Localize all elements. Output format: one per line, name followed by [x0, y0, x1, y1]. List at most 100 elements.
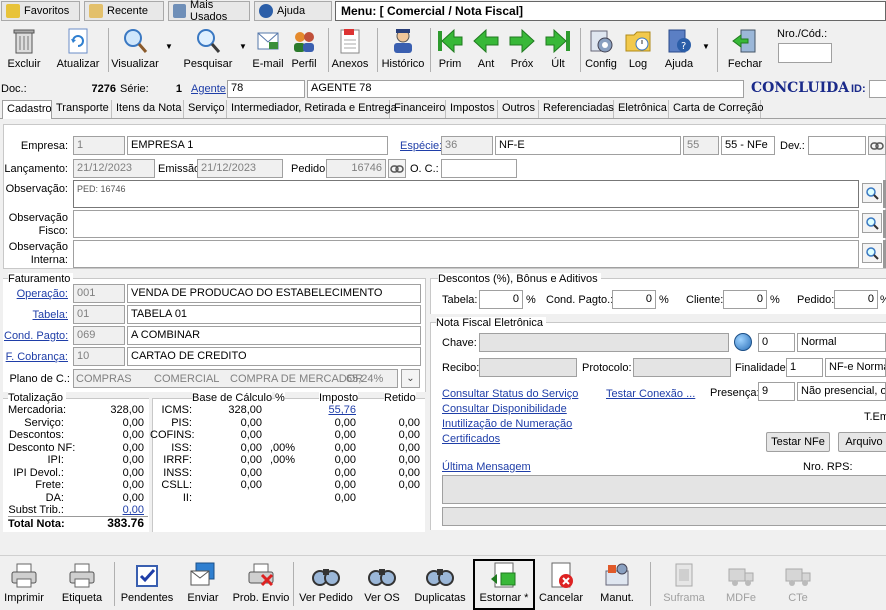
nro-cod-input[interactable] [778, 43, 832, 63]
ult-button[interactable]: Últ [542, 26, 574, 74]
perfil-button[interactable]: Perfil [288, 26, 320, 74]
chave-tipo-field[interactable]: Normal [797, 333, 886, 352]
presenca-name-field[interactable]: Não presencial, out [797, 382, 886, 401]
inutilizacao-link[interactable]: Inutilização de Numeração [442, 418, 572, 431]
tab-mais-usados[interactable]: Mais Usados [168, 0, 250, 23]
tab-7[interactable]: Outros [498, 100, 539, 118]
lancamento-input[interactable]: 21/12/2023 [73, 159, 155, 178]
imp-imposto[interactable]: 55,76 [300, 404, 356, 416]
obs-fisco-search-button[interactable] [862, 213, 882, 233]
tabela-link[interactable]: Tabela: [4, 309, 68, 322]
finalidade-code-input[interactable]: 1 [786, 358, 823, 377]
tab-ajuda[interactable]: Ajuda [254, 1, 332, 21]
desc-pedido-input[interactable]: 0 [834, 290, 878, 309]
prim-button[interactable]: Prim [434, 26, 466, 74]
cond-pagto-link[interactable]: Cond. Pagto: [4, 330, 68, 343]
tab-recente[interactable]: Recente [84, 1, 164, 21]
pedido-input[interactable]: 16746 [326, 159, 386, 178]
tab-6[interactable]: Impostos [446, 100, 498, 118]
especie-code-input[interactable]: 36 [441, 136, 493, 155]
tab-5[interactable]: Financeiro [390, 100, 446, 118]
desc-cliente-input[interactable]: 0 [723, 290, 767, 309]
consultar-status-link[interactable]: Consultar Status do Serviço [442, 388, 578, 401]
imprimir-button[interactable]: Imprimir [4, 560, 44, 608]
estornar-button[interactable]: Estornar * [476, 560, 532, 608]
prob-envio-button[interactable]: Prob. Envio [232, 560, 290, 608]
chevron-down-icon[interactable]: ▼ [702, 42, 710, 51]
globe-icon[interactable] [734, 333, 752, 351]
operacao-code-input[interactable]: 001 [73, 284, 125, 303]
historico-button[interactable]: Histórico [381, 26, 425, 74]
emissao-input[interactable]: 21/12/2023 [197, 159, 283, 178]
tot-value[interactable]: 0,00 [84, 504, 144, 516]
tab-8[interactable]: Referenciadas [539, 100, 614, 118]
desc-cond-input[interactable]: 0 [612, 290, 656, 309]
agente-code-input[interactable]: 78 [227, 80, 305, 98]
dev-lookup-button[interactable] [868, 136, 886, 155]
imp-base: 0,00 [240, 441, 262, 454]
observacao-search-button[interactable] [862, 183, 882, 203]
chevron-down-icon[interactable]: ▼ [239, 42, 247, 51]
log-button[interactable]: Log [622, 26, 654, 74]
enviar-button[interactable]: Enviar [184, 560, 222, 608]
cobranca-link[interactable]: F. Cobrança: [4, 351, 68, 364]
tabela-code-input[interactable]: 01 [73, 305, 125, 324]
especie-link[interactable]: Espécie: [400, 140, 442, 153]
fechar-label: Fechar [727, 58, 763, 70]
tab-9[interactable]: Eletrônica [614, 100, 669, 118]
tab-10[interactable]: Carta de Correção [669, 100, 764, 118]
anexos-button[interactable]: Anexos [332, 26, 368, 74]
cobranca-code-input[interactable]: 10 [73, 347, 125, 366]
ver-pedido-button[interactable]: Ver Pedido [299, 560, 353, 608]
testar-nfe-button[interactable]: Testar NFe [766, 432, 830, 452]
cond-pagto-code-input[interactable]: 069 [73, 326, 125, 345]
manut-button[interactable]: Manut. [597, 560, 637, 608]
obs-interna-label: Observação Interna: [8, 241, 68, 266]
empresa-code-input[interactable]: 1 [73, 136, 125, 155]
fechar-button[interactable]: Fechar [726, 26, 764, 74]
ver-os-button[interactable]: Ver OS [362, 560, 402, 608]
presenca-code-input[interactable]: 9 [758, 382, 795, 401]
excluir-button[interactable]: Excluir [4, 26, 44, 74]
email-button[interactable]: E-mail [251, 26, 285, 74]
pedido-lookup-button[interactable] [388, 159, 406, 178]
chevron-down-icon[interactable]: ▼ [165, 42, 173, 51]
pesquisar-button[interactable]: Pesquisar [184, 26, 232, 74]
etiqueta-button[interactable]: Etiqueta [60, 560, 104, 608]
chave-num-field[interactable]: 0 [758, 333, 795, 352]
obs-fisco-textarea[interactable] [73, 210, 859, 238]
prox-button[interactable]: Próx [506, 26, 538, 74]
agente-link[interactable]: Agente [191, 83, 226, 96]
testar-conexao-link[interactable]: Testar Conexão ... [606, 388, 695, 401]
visualizar-button[interactable]: Visualizar [111, 26, 159, 74]
certificados-link[interactable]: Certificados [442, 433, 500, 446]
tab-4[interactable]: Intermediador, Retirada e Entrega [227, 100, 397, 118]
tab-2[interactable]: Itens da Nota [112, 100, 184, 118]
tab-0[interactable]: Cadastro [2, 100, 52, 119]
ant-button[interactable]: Ant [470, 26, 502, 74]
tab-1[interactable]: Transporte [52, 100, 112, 118]
atualizar-button[interactable]: Atualizar [56, 26, 100, 74]
tab-favoritos[interactable]: Favoritos [1, 1, 80, 21]
oc-input[interactable] [441, 159, 517, 178]
finalidade-name-field[interactable]: NF-e Normal [825, 358, 886, 377]
cancelar-button[interactable]: Cancelar [539, 560, 583, 608]
arquivo-button[interactable]: Arquivo [838, 432, 886, 452]
consultar-disponibilidade-link[interactable]: Consultar Disponibilidade [442, 403, 567, 416]
config-button[interactable]: Config [584, 26, 618, 74]
operacao-link[interactable]: Operação: [4, 288, 68, 301]
pendentes-button[interactable]: Pendentes [120, 560, 174, 608]
dev-label: Dev.: [780, 140, 805, 152]
desc-tabela-input[interactable]: 0 [479, 290, 523, 309]
plano-dropdown-button[interactable]: ⌄ [401, 369, 420, 388]
duplicatas-button[interactable]: Duplicatas [414, 560, 466, 608]
observacao-textarea[interactable]: PED: 16746 [73, 180, 859, 208]
ultima-mensagem-link[interactable]: Última Mensagem [442, 461, 531, 474]
arrow-left-icon [473, 28, 499, 54]
obs-interna-search-button[interactable] [862, 243, 882, 263]
ajuda-button[interactable]: ? Ajuda [662, 26, 696, 74]
dev-input[interactable] [808, 136, 866, 155]
obs-interna-textarea[interactable] [73, 240, 859, 268]
tab-3[interactable]: Serviço [184, 100, 227, 118]
plano-field[interactable]: COMPRAS COMERCIAL COMPRA DE MERCADOR 65,… [73, 369, 398, 388]
